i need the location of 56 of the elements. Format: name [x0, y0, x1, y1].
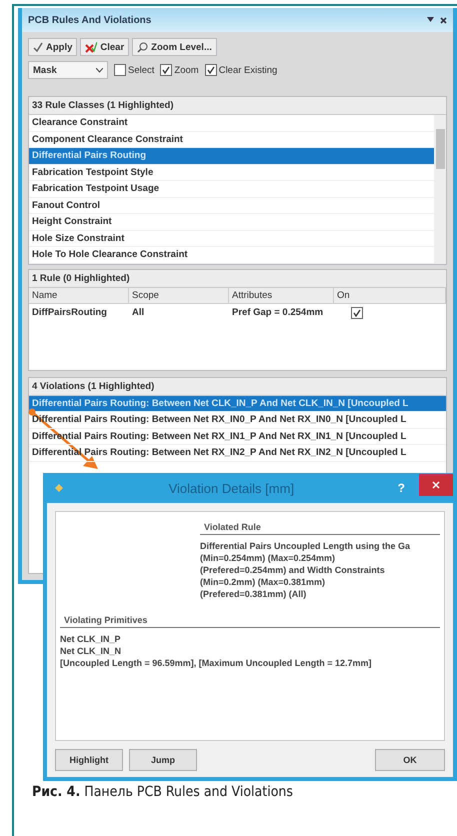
section-header: 33 Rule Classes (1 Highlighted) [32, 100, 174, 111]
dialog-button[interactable]: Jump [129, 749, 197, 771]
table-cell-text: DiffPairsRouting [31, 306, 108, 320]
rule-class-item[interactable]: Fabrication Testpoint Style [29, 164, 434, 181]
checkmark-icon [206, 66, 215, 74]
primitive-text: Net CLK_IN_P [60, 634, 122, 644]
table-cell-text: Pref Gap = 0.254mm [231, 306, 324, 320]
option-checkbox[interactable]: Zoom [160, 64, 199, 76]
column-header[interactable]: On [334, 288, 446, 304]
on-checkbox[interactable] [351, 306, 363, 318]
checkmark-icon [353, 308, 361, 316]
close-icon[interactable] [440, 16, 447, 24]
rule-text: (Prefered=0.254mm) and Width Constraints [200, 565, 386, 575]
close-button[interactable] [419, 474, 453, 496]
rule-class-item[interactable]: Fanout Control [29, 198, 434, 214]
rule-class-item[interactable]: Clearance Constraint [29, 115, 434, 132]
dialog-button[interactable]: Highlight [55, 749, 123, 771]
section-heading: Violating Primitives [60, 613, 440, 628]
toolbar-button[interactable]: Zoom Level... [132, 38, 217, 56]
magnifier-icon [137, 42, 148, 52]
dialog-title: Violation Details [mm] [168, 480, 296, 496]
scrollbar[interactable] [434, 115, 446, 264]
column-header[interactable]: Scope [129, 288, 229, 304]
column-header[interactable]: Name [29, 288, 129, 304]
section-header: 4 Violations (1 Highlighted) [32, 380, 154, 392]
section-heading: Violated Rule [200, 520, 440, 535]
toolbar-button[interactable]: Apply [28, 38, 78, 56]
option-checkbox[interactable]: Select [114, 64, 154, 76]
option-checkbox[interactable]: Clear Existing [204, 64, 278, 76]
rule-class-item[interactable]: Fabrication Testpoint Usage [29, 181, 434, 198]
table-cell-text: All [131, 306, 146, 320]
close-icon [432, 481, 440, 489]
rule-text: Differential Pairs Uncoupled Length using the Ga [200, 541, 412, 551]
check-icon [33, 42, 43, 52]
rule-class-item[interactable]: Height Constraint [29, 214, 434, 230]
rule-class-item[interactable]: Differential Pairs Routing [29, 148, 434, 164]
rule-class-item[interactable]: Hole To Hole Clearance Constraint [29, 247, 434, 264]
column-header[interactable]: Attributes [229, 288, 334, 304]
section-header: 1 Rule (0 Highlighted) [32, 272, 130, 284]
rule-text: (Prefered=0.381mm) (All) [200, 589, 308, 599]
primitive-text: Net CLK_IN_N [60, 646, 122, 656]
rule-class-item[interactable]: Hole Size Constraint [29, 230, 434, 247]
checkmark-icon [162, 66, 170, 74]
primitive-text: [Uncoupled Length = 96.59mm], [Maximum Uncoupled Length = 12.7mm] [60, 658, 373, 668]
ok-button[interactable]: OK [375, 749, 445, 771]
toolbar-button[interactable]: Clear [80, 38, 130, 56]
chevron-icon [96, 68, 103, 72]
panel-title: PCB Rules And Violations [28, 14, 152, 26]
dropdown-icon[interactable] [427, 16, 434, 22]
app-icon [53, 482, 65, 494]
cross-icon [85, 42, 98, 52]
figure-caption: Рис. 4. Панель PCB Rules and Violations [32, 784, 294, 800]
violation-item[interactable]: Differential Pairs Routing: Between Net CLK_IN_P And Net CLK_IN_N [Uncoupled L [29, 396, 446, 412]
mask-select[interactable]: Mask [28, 61, 108, 79]
rule-text: (Min=0.254mm) (Max=0.254mm) [200, 553, 336, 563]
rule-text: (Min=0.2mm) (Max=0.381mm) [200, 577, 326, 587]
